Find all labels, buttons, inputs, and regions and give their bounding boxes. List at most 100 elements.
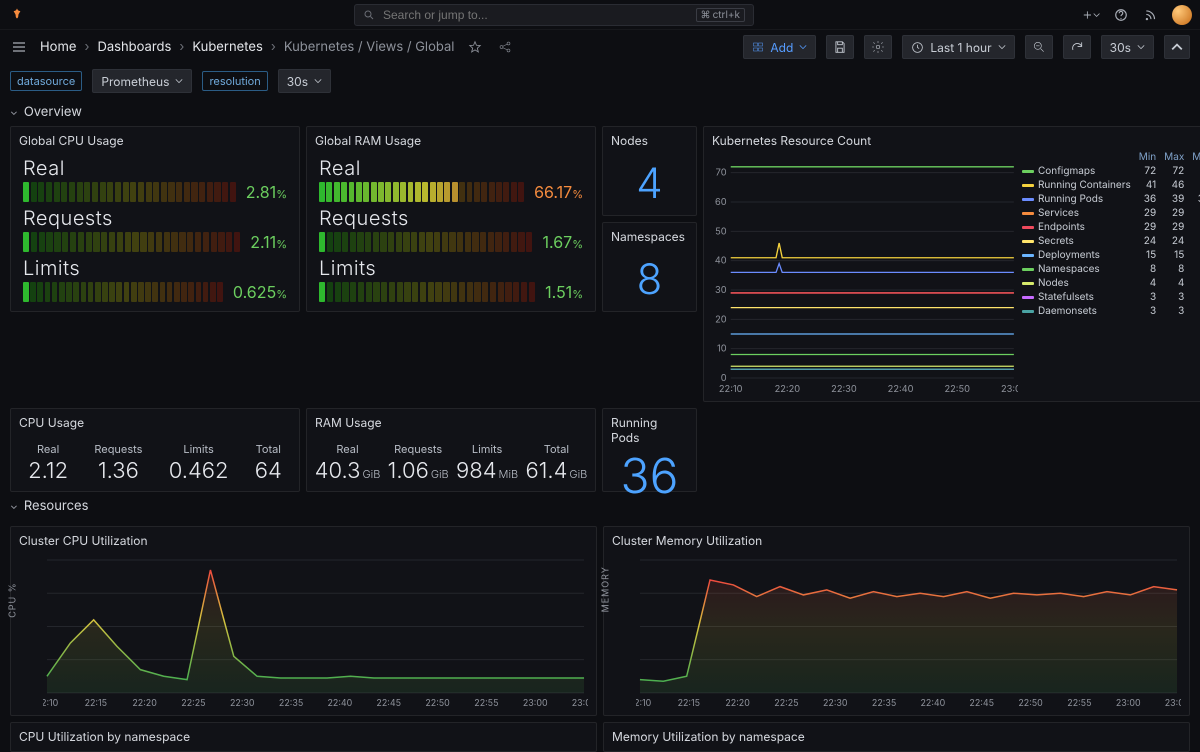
dashboard-settings-button[interactable] — [864, 35, 892, 59]
stat-label: Total — [255, 442, 282, 456]
refresh-interval-button[interactable]: 30s — [1101, 35, 1154, 59]
var-datasource-label: datasource — [10, 71, 82, 91]
global-search[interactable]: ⌘ ctrl+k — [354, 4, 754, 26]
crumb-folder[interactable]: Kubernetes — [192, 39, 262, 55]
gauge-bar — [23, 282, 223, 302]
panel-title: Cluster Memory Utilization — [604, 527, 1189, 550]
y-axis-label: MEMORY — [601, 566, 612, 612]
stat-namespaces-value: 8 — [603, 246, 696, 312]
svg-text:22:40: 22:40 — [888, 384, 914, 395]
row-overview-toggle[interactable]: ⌄Overview — [0, 98, 1200, 126]
user-avatar[interactable] — [1172, 5, 1192, 25]
panel-running-pods: Running Pods 36 — [602, 408, 697, 492]
svg-text:23:05: 23:05 — [572, 698, 588, 709]
refresh-button[interactable] — [1063, 35, 1091, 59]
panel-title: CPU Usage — [11, 409, 299, 432]
grafana-logo[interactable] — [8, 6, 26, 24]
gauge-label: Real — [319, 156, 583, 180]
svg-text:22:10: 22:10 — [719, 384, 743, 395]
panel-title: CPU Utilization by namespace — [11, 723, 596, 746]
gauge-bar — [319, 182, 524, 202]
global-search-input[interactable] — [381, 7, 696, 23]
svg-text:23:00: 23:00 — [523, 698, 548, 709]
panel-title: Nodes — [603, 127, 696, 150]
crumb-current: Kubernetes / Views / Global — [284, 39, 455, 55]
svg-text:22:55: 22:55 — [474, 698, 498, 709]
crumb-dashboards[interactable]: Dashboards — [97, 39, 171, 55]
crumb-home[interactable]: Home — [40, 39, 76, 55]
add-menu-icon[interactable] — [1082, 6, 1100, 24]
svg-text:22:45: 22:45 — [376, 698, 401, 709]
svg-text:22:45: 22:45 — [969, 698, 994, 709]
stat-label: Total — [525, 442, 587, 456]
panel-title: Global CPU Usage — [11, 127, 299, 150]
svg-text:22:55: 22:55 — [1067, 698, 1091, 709]
gauge-label: Requests — [319, 206, 583, 230]
gauge-label: Real — [23, 156, 287, 180]
search-icon — [363, 9, 375, 21]
gauge-value: 0.625% — [233, 282, 287, 302]
svg-text:22:25: 22:25 — [181, 698, 205, 709]
stat-value: 40.3GiB — [315, 458, 381, 484]
breadcrumb: Home› Dashboards› Kubernetes› Kubernetes… — [40, 39, 454, 55]
news-icon[interactable] — [1142, 6, 1160, 24]
share-icon[interactable] — [496, 38, 514, 56]
help-icon[interactable] — [1112, 6, 1130, 24]
gauge-value: 2.11% — [250, 232, 287, 252]
panel-cpu-usage: CPU Usage Real 2.12 Requests 1.36 Limits 0.… — [10, 408, 300, 492]
stat-pods-value: 36 — [603, 447, 696, 503]
svg-text:22:15: 22:15 — [85, 698, 107, 709]
svg-text:22:25: 22:25 — [774, 698, 798, 709]
svg-text:22:50: 22:50 — [1018, 698, 1043, 709]
svg-text:20: 20 — [715, 314, 727, 325]
svg-text:22:40: 22:40 — [921, 698, 946, 709]
svg-text:22:50: 22:50 — [425, 698, 450, 709]
stat-value: 2.12 — [28, 458, 68, 484]
kiosk-toggle-button[interactable] — [1164, 35, 1190, 59]
panel-nodes: Nodes 4 — [602, 126, 697, 216]
gauge-value: 2.81% — [246, 182, 287, 202]
svg-text:22:40: 22:40 — [328, 698, 353, 709]
gauge-bar — [23, 182, 236, 202]
svg-text:40: 40 — [715, 256, 727, 267]
panel-mem-by-ns: Memory Utilization by namespace — [603, 722, 1190, 752]
panel-global-ram: Global RAM Usage Real 66.17% Requests 1.… — [306, 126, 596, 312]
stat-value: 0.462 — [169, 458, 229, 484]
save-dashboard-button[interactable] — [826, 35, 854, 59]
panel-title: Global RAM Usage — [307, 127, 595, 150]
gauge-label: Requests — [23, 206, 287, 230]
panel-resource-count: Kubernetes Resource Count 01020304050607… — [703, 126, 1200, 402]
panel-title: Kubernetes Resource Count — [704, 127, 1200, 150]
svg-text:30: 30 — [715, 285, 727, 296]
svg-text:50: 50 — [715, 226, 727, 237]
gauge-value: 1.67% — [543, 232, 584, 252]
svg-text:22:20: 22:20 — [132, 698, 157, 709]
gauge-value: 1.51% — [545, 282, 583, 302]
panel-title: Namespaces — [603, 223, 696, 246]
var-resolution-select[interactable]: 30s — [278, 69, 331, 93]
gauge-value: 66.17% — [534, 182, 583, 202]
var-datasource-select[interactable]: Prometheus — [92, 69, 192, 93]
gauge-label: Limits — [23, 256, 287, 280]
row-resources-toggle[interactable]: ⌄Resources — [0, 492, 1200, 520]
zoom-out-button[interactable] — [1025, 35, 1053, 59]
svg-text:22:35: 22:35 — [279, 698, 303, 709]
stat-value: 64 — [255, 458, 282, 484]
panel-cluster-mem: Cluster Memory Utilization MEMORY60%62%6… — [603, 526, 1190, 716]
stat-value: 984MiB — [456, 458, 518, 484]
svg-text:23:05: 23:05 — [1165, 698, 1181, 709]
add-panel-button[interactable]: Add — [743, 35, 816, 59]
menu-toggle-icon[interactable] — [10, 38, 28, 56]
stat-label: Real — [28, 442, 68, 456]
star-icon[interactable] — [466, 38, 484, 56]
svg-text:22:20: 22:20 — [725, 698, 750, 709]
stat-label: Limits — [169, 442, 229, 456]
stat-label: Requests — [94, 442, 142, 456]
stat-label: Real — [315, 442, 381, 456]
time-range-button[interactable]: Last 1 hour — [902, 35, 1014, 59]
svg-text:10: 10 — [717, 344, 727, 355]
gauge-bar — [23, 232, 240, 252]
svg-text:22:35: 22:35 — [872, 698, 896, 709]
stat-value: 1.36 — [94, 458, 142, 484]
stat-value: 1.06GiB — [388, 458, 449, 484]
